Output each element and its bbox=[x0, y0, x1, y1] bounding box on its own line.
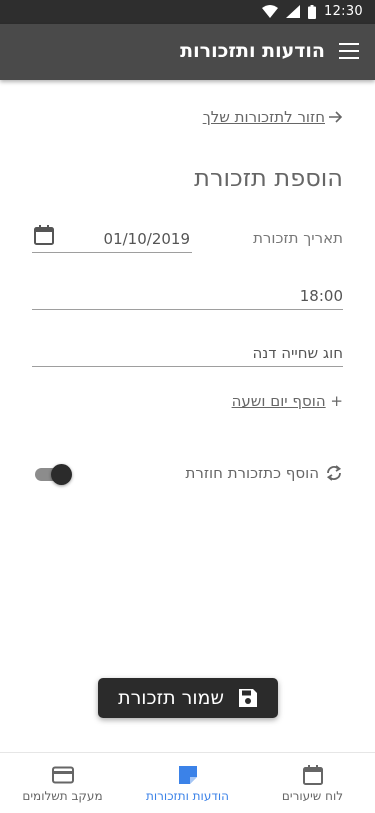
page-title: הוספת תזכורת bbox=[194, 164, 343, 192]
time-value: 18:00 bbox=[299, 287, 343, 305]
save-reminder-button[interactable]: שמור תזכורת bbox=[98, 678, 278, 718]
date-label: תאריך תזכורת bbox=[253, 229, 343, 247]
save-button-label: שמור תזכורת bbox=[118, 687, 224, 709]
save-icon bbox=[238, 689, 257, 707]
add-day-time-link[interactable]: + הוסף יום ושעה bbox=[232, 392, 343, 410]
calendar-icon[interactable] bbox=[33, 224, 55, 246]
nav-payments[interactable]: מעקב תשלומים bbox=[0, 753, 125, 813]
recurring-option: הוסף כתזכורת חוזרת bbox=[186, 464, 343, 482]
time-field[interactable]: 18:00 bbox=[32, 283, 343, 310]
bottom-nav: מעקב תשלומים הודעות ותזכורות לוח שיעורים bbox=[0, 752, 375, 813]
credit-card-icon bbox=[51, 766, 74, 784]
app-bar-title: הודעות ותזכורות bbox=[180, 40, 325, 62]
nav-messages[interactable]: הודעות ותזכורות bbox=[125, 753, 250, 813]
signal-icon bbox=[286, 5, 301, 18]
wifi-icon bbox=[262, 5, 279, 18]
nav-schedule-label: לוח שיעורים bbox=[281, 789, 344, 803]
note-icon bbox=[178, 766, 197, 784]
status-icons: 12:30 bbox=[262, 4, 363, 19]
menu-icon[interactable] bbox=[339, 43, 359, 59]
date-field[interactable]: 01/10/2019 bbox=[32, 224, 192, 253]
date-value: 01/10/2019 bbox=[103, 230, 190, 248]
plus-icon: + bbox=[330, 392, 343, 410]
message-value: חוג שחייה דנה bbox=[252, 344, 343, 362]
calendar-icon bbox=[302, 765, 323, 785]
back-link-label: חזור לתזכורות שלך bbox=[202, 108, 325, 126]
recurring-label: הוסף כתזכורת חוזרת bbox=[185, 464, 319, 482]
status-time: 12:30 bbox=[324, 4, 363, 19]
nav-messages-label: הודעות ותזכורות bbox=[146, 789, 229, 803]
add-day-time-label: הוסף יום ושעה bbox=[231, 392, 326, 410]
app-bar: הודעות ותזכורות bbox=[0, 24, 375, 80]
repeat-icon bbox=[326, 465, 342, 481]
arrow-right-icon bbox=[329, 111, 343, 123]
nav-payments-label: מעקב תשלומים bbox=[22, 789, 103, 803]
battery-icon bbox=[308, 4, 317, 19]
status-bar: 12:30 bbox=[0, 0, 375, 24]
toggle-thumb bbox=[51, 464, 72, 485]
back-to-reminders-link[interactable]: חזור לתזכורות שלך bbox=[203, 108, 343, 126]
message-field[interactable]: חוג שחייה דנה bbox=[32, 340, 343, 367]
recurring-toggle[interactable] bbox=[35, 464, 72, 485]
nav-schedule[interactable]: לוח שיעורים bbox=[250, 753, 375, 813]
